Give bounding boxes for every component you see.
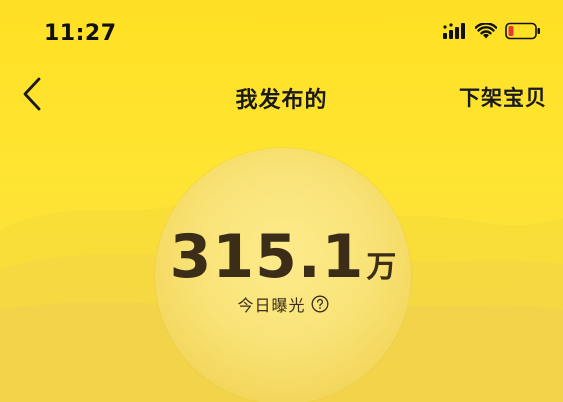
- exposure-circle: 315.1万 今日曝光: [155, 148, 411, 402]
- signal-icon: [443, 23, 467, 43]
- status-bar: 11:27: [0, 0, 563, 60]
- status-icons: [443, 22, 541, 44]
- status-time: 11:27: [44, 21, 117, 46]
- exposure-label: 今日曝光: [237, 296, 306, 315]
- question-circle-icon[interactable]: [311, 295, 329, 313]
- exposure-value: 315.1: [169, 222, 365, 292]
- nav-bar: 我发布的 下架宝贝: [0, 70, 563, 126]
- wifi-icon: [474, 22, 498, 43]
- exposure-value-row: 315.1万: [155, 222, 411, 292]
- battery-icon: [505, 22, 541, 44]
- exposure-unit: 万: [366, 250, 397, 285]
- exposure-label-row: 今日曝光: [155, 292, 411, 316]
- screen: 11:27 我发布的 下架宝贝 315.1万 今日曝光: [0, 0, 563, 402]
- delist-items-button[interactable]: 下架宝贝: [459, 82, 547, 112]
